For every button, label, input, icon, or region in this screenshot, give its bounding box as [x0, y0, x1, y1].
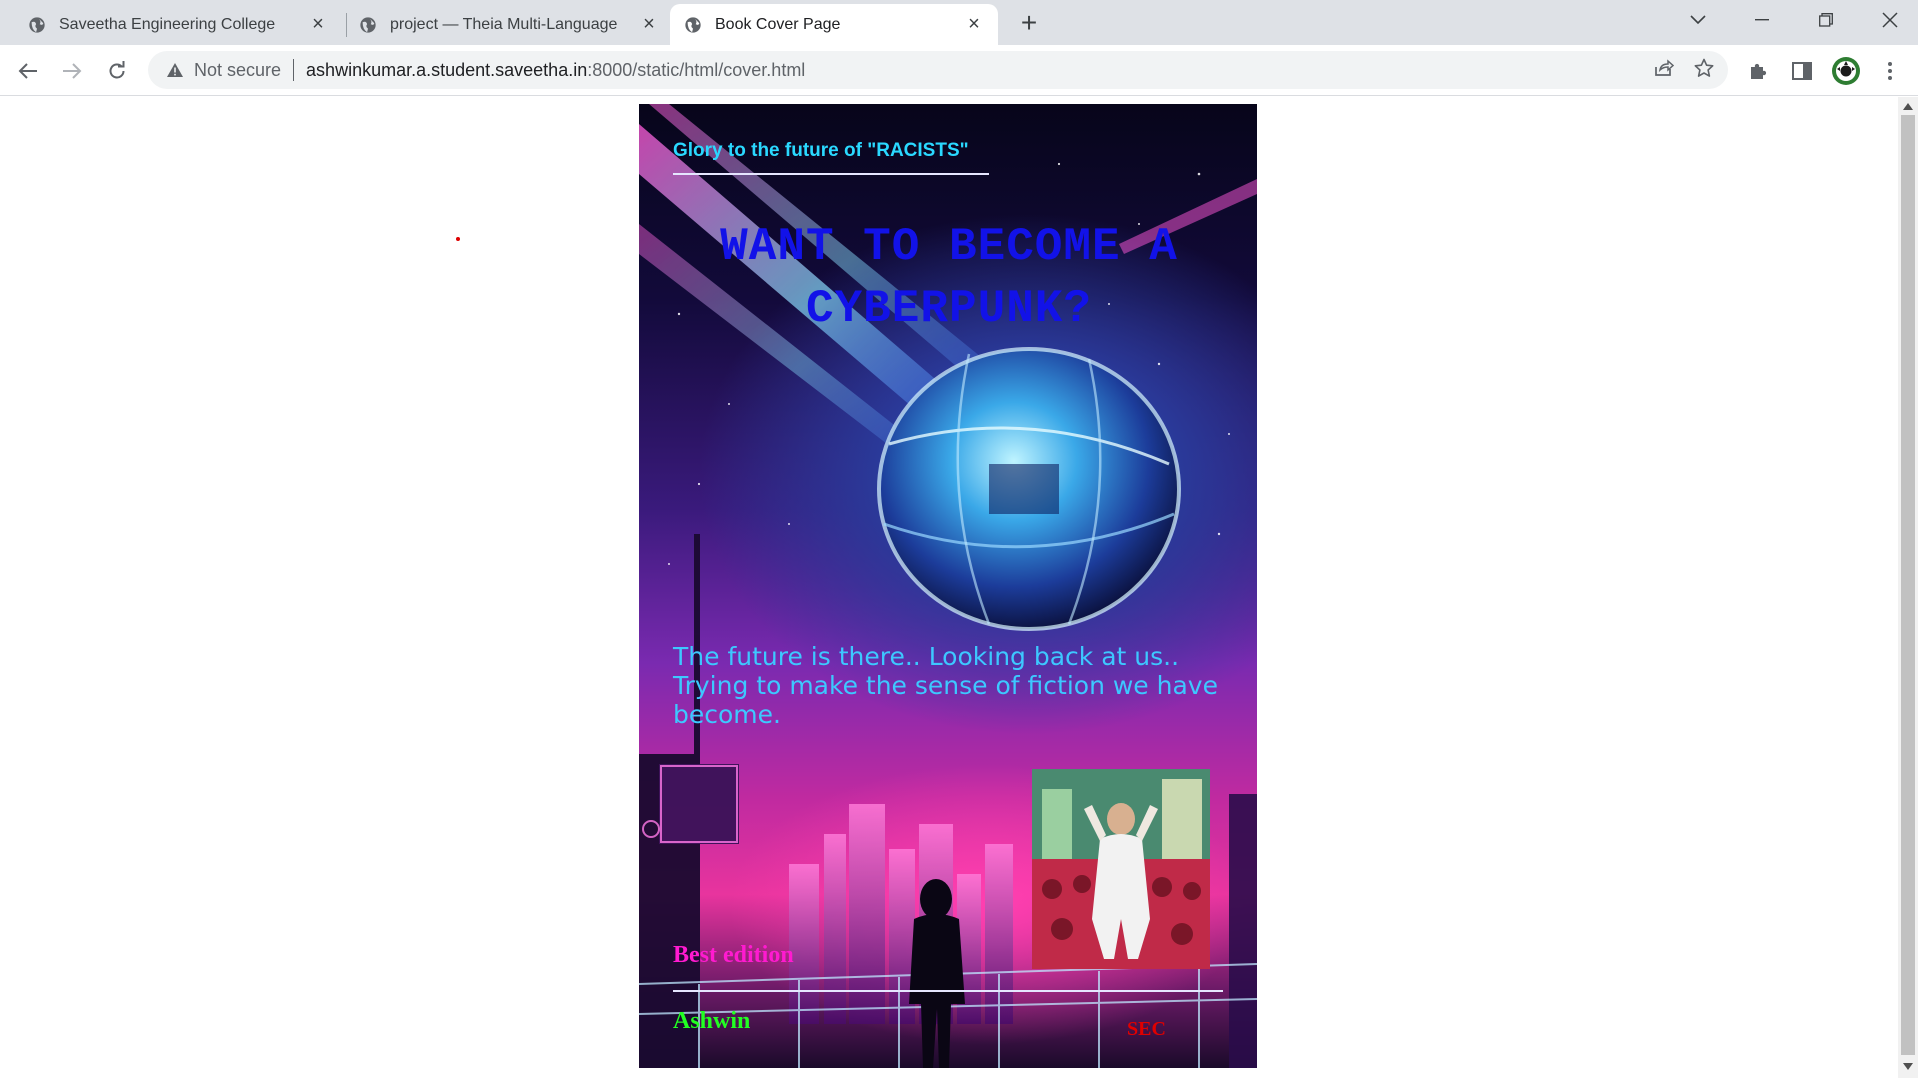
globe-icon [360, 16, 376, 33]
reload-icon[interactable] [101, 55, 133, 87]
omnibox-divider [293, 59, 295, 81]
url-text[interactable]: ashwinkumar.a.student.saveetha.in:8000/s… [306, 60, 805, 81]
tab-strip: Saveetha Engineering College × project —… [0, 0, 1918, 45]
tab-book-cover[interactable]: Book Cover Page × [670, 4, 998, 45]
close-window-icon[interactable] [1862, 0, 1918, 40]
url-host: ashwinkumar.a.student.saveetha.in [306, 59, 588, 80]
tab-title: Saveetha Engineering College [59, 15, 276, 33]
more-menu-icon[interactable] [1874, 55, 1906, 87]
security-label[interactable]: Not secure [194, 60, 281, 81]
globe-icon [29, 16, 45, 33]
page-viewport: Glory to the future of "RACISTS" WANT TO… [0, 97, 1898, 1078]
stray-dot [456, 237, 460, 241]
warning-icon[interactable] [166, 61, 184, 79]
scrollbar-thumb[interactable] [1901, 115, 1915, 1055]
forward-arrow-icon[interactable] [56, 55, 88, 87]
cover-publisher: SEC [1127, 1018, 1166, 1040]
tab-saveetha[interactable]: Saveetha Engineering College × [14, 4, 342, 45]
tab-title: project — Theia Multi-Language [390, 15, 618, 33]
cover-divider-top [673, 173, 989, 175]
scroll-down-arrow-icon[interactable] [1903, 1063, 1913, 1070]
scroll-up-arrow-icon[interactable] [1903, 103, 1913, 110]
cover-edition: Best edition [673, 942, 794, 968]
share-icon[interactable] [1654, 58, 1675, 82]
cover-tagline: The future is there.. Looking back at us… [673, 642, 1218, 729]
address-bar[interactable]: Not secure ashwinkumar.a.student.saveeth… [148, 51, 1728, 89]
side-panel-icon[interactable] [1786, 55, 1818, 87]
close-icon[interactable]: × [639, 13, 659, 35]
browser-toolbar: Not secure ashwinkumar.a.student.saveeth… [0, 45, 1918, 96]
cover-author: Ashwin [673, 1008, 751, 1034]
new-tab-button[interactable]: + [1016, 9, 1042, 37]
profile-avatar[interactable] [1830, 55, 1862, 87]
minimize-icon[interactable] [1734, 0, 1790, 40]
url-path: :8000/static/html/cover.html [587, 59, 806, 80]
book-cover: Glory to the future of "RACISTS" WANT TO… [639, 104, 1257, 1068]
close-icon[interactable]: × [964, 13, 984, 35]
cover-title: WANT TO BECOME A CYBERPUNK? [720, 221, 1178, 335]
extensions-puzzle-icon[interactable] [1742, 55, 1774, 87]
back-arrow-icon[interactable] [12, 55, 44, 87]
tab-project-theia[interactable]: project — Theia Multi-Language × [345, 4, 673, 45]
cover-divider-bottom [673, 990, 1223, 992]
cover-top-line: Glory to the future of "RACISTS" [673, 140, 969, 161]
globe-icon [685, 16, 701, 33]
close-icon[interactable]: × [308, 13, 328, 35]
restore-icon[interactable] [1798, 0, 1854, 40]
cover-photo [1032, 769, 1210, 969]
tab-title: Book Cover Page [715, 15, 841, 33]
bookmark-star-icon[interactable] [1694, 58, 1714, 83]
tab-search-chevron-icon[interactable] [1670, 0, 1726, 40]
